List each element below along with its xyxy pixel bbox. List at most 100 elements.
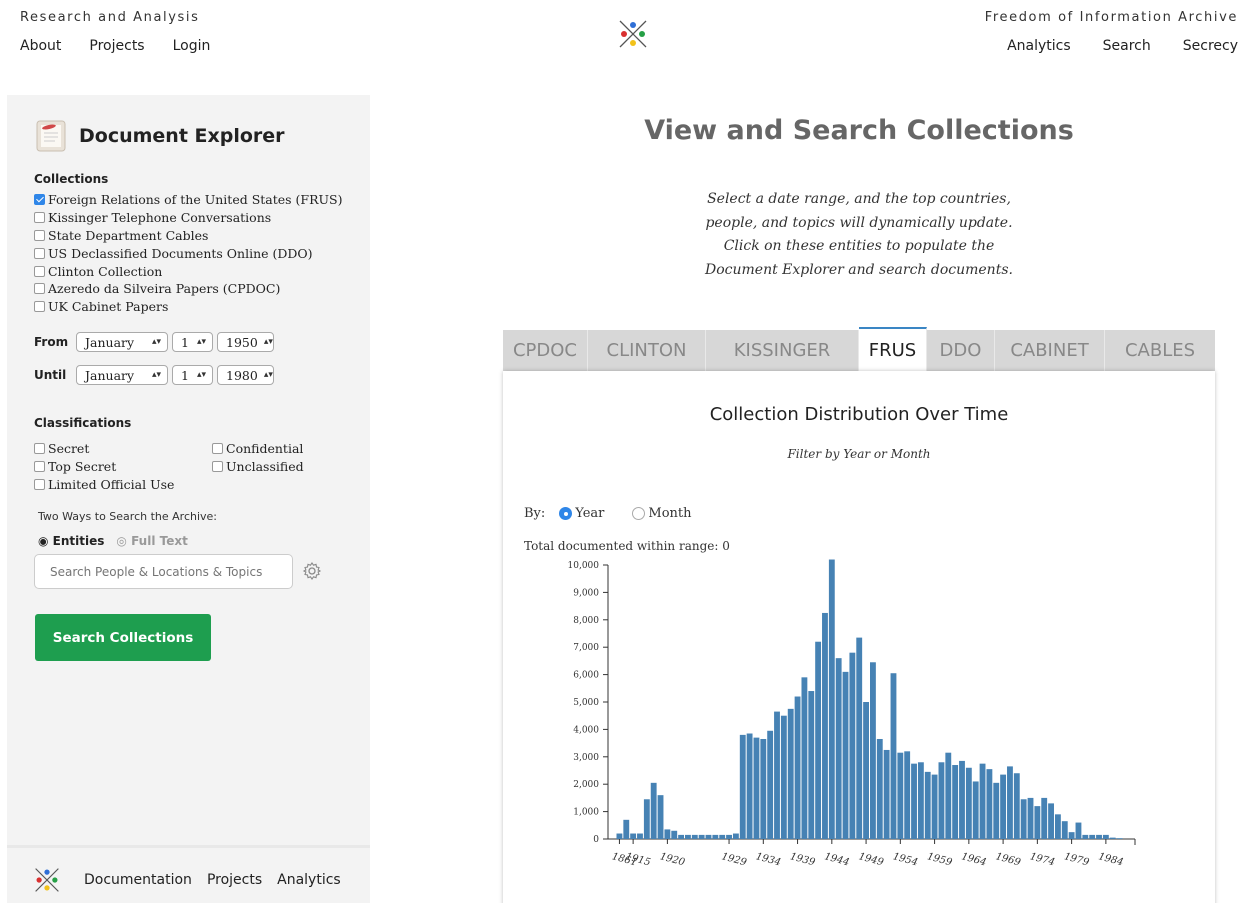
nav-projects[interactable]: Projects bbox=[89, 38, 144, 54]
chart-bar bbox=[1020, 799, 1027, 839]
footer-analytics-link[interactable]: Analytics bbox=[277, 872, 341, 888]
from-month-select[interactable]: January ▴▾ bbox=[76, 332, 168, 352]
x-tick-label: 1974 bbox=[1029, 851, 1056, 868]
checkbox-icon[interactable] bbox=[34, 283, 45, 295]
chart-bar bbox=[685, 834, 691, 839]
until-year-select[interactable]: 1980 ▴▾ bbox=[217, 365, 274, 385]
chart-bar bbox=[1068, 832, 1075, 839]
chart-bar bbox=[863, 702, 869, 839]
tab-kissinger[interactable]: KISSINGER bbox=[706, 330, 859, 371]
checkbox-icon[interactable] bbox=[34, 265, 45, 277]
nav-analytics[interactable]: Analytics bbox=[1007, 38, 1071, 54]
nav-search[interactable]: Search bbox=[1103, 38, 1151, 54]
class-limited-official-use[interactable]: Limited Official Use bbox=[34, 476, 212, 494]
y-tick-label: 0 bbox=[593, 835, 599, 845]
logo-icon[interactable] bbox=[617, 18, 649, 50]
chart-bar bbox=[890, 673, 897, 839]
search-input[interactable] bbox=[34, 554, 293, 589]
checkbox-icon[interactable] bbox=[34, 301, 45, 313]
collections-list: Foreign Relations of the United States (… bbox=[34, 191, 343, 316]
select-arrows-icon: ▴▾ bbox=[263, 337, 273, 347]
checkbox-icon[interactable] bbox=[34, 247, 45, 259]
x-tick-label: 1964 bbox=[960, 851, 987, 868]
total-documented: Total documented within range: 0 bbox=[524, 539, 730, 553]
select-arrows-icon: ▴▾ bbox=[196, 370, 206, 380]
from-year-select[interactable]: 1950 ▴▾ bbox=[217, 332, 274, 352]
gear-icon[interactable] bbox=[302, 561, 322, 581]
chart-bar bbox=[897, 752, 904, 839]
checkbox-checked-icon[interactable] bbox=[34, 194, 45, 206]
checkbox-icon[interactable] bbox=[34, 443, 45, 455]
collection-clinton[interactable]: Clinton Collection bbox=[34, 262, 343, 280]
chart-bar bbox=[719, 834, 726, 839]
collection-cables[interactable]: State Department Cables bbox=[34, 227, 343, 245]
class-secret[interactable]: Secret bbox=[34, 440, 212, 458]
class-top-secret[interactable]: Top Secret bbox=[34, 458, 212, 476]
footer-documentation-link[interactable]: Documentation bbox=[84, 872, 192, 888]
chart-bar bbox=[753, 737, 760, 839]
tab-cables[interactable]: CABLES bbox=[1105, 330, 1215, 371]
checkbox-icon[interactable] bbox=[34, 229, 45, 241]
chart-bar bbox=[945, 752, 952, 839]
nav-login[interactable]: Login bbox=[173, 38, 211, 54]
class-unclassified[interactable]: Unclassified bbox=[212, 458, 362, 476]
chart-bar bbox=[1089, 834, 1096, 839]
document-icon bbox=[36, 120, 66, 152]
mode-full-text[interactable]: ◎ Full Text bbox=[116, 534, 187, 548]
chart-bar bbox=[1075, 822, 1082, 839]
chart-title: Collection Distribution Over Time bbox=[709, 404, 1009, 425]
chart-bar bbox=[691, 834, 698, 839]
checkbox-icon[interactable] bbox=[34, 478, 45, 490]
x-tick-label: 1939 bbox=[789, 851, 817, 868]
collections-label: Collections bbox=[34, 172, 109, 186]
until-day-select[interactable]: 1 ▴▾ bbox=[172, 365, 213, 385]
collection-cpdoc[interactable]: Azeredo da Silveira Papers (CPDOC) bbox=[34, 280, 343, 298]
until-month-select[interactable]: January ▴▾ bbox=[76, 365, 168, 385]
collection-cabinet[interactable]: UK Cabinet Papers bbox=[34, 298, 343, 316]
from-day-select[interactable]: 1 ▴▾ bbox=[172, 332, 213, 352]
chart-bar bbox=[952, 765, 959, 839]
radio-year[interactable]: Year bbox=[559, 506, 604, 521]
tab-cpdoc[interactable]: CPDOC bbox=[503, 330, 588, 371]
y-tick-label: 10,000 bbox=[568, 561, 600, 571]
page-description: Select a date range, and the top countri… bbox=[705, 191, 1013, 278]
collection-ddo[interactable]: US Declassified Documents Online (DDO) bbox=[34, 244, 343, 262]
footer-links: Documentation Projects Analytics bbox=[84, 872, 341, 888]
tab-frus[interactable]: FRUS bbox=[859, 327, 927, 371]
radio-selected-icon[interactable] bbox=[559, 507, 573, 520]
collection-kissinger[interactable]: Kissinger Telephone Conversations bbox=[34, 209, 343, 227]
checkbox-icon[interactable] bbox=[34, 461, 45, 473]
checkbox-icon[interactable] bbox=[34, 212, 45, 224]
tab-clinton[interactable]: CLINTON bbox=[588, 330, 706, 371]
from-date-row: From January ▴▾ 1 ▴▾ 1950 ▴▾ bbox=[34, 332, 278, 352]
chart-bar bbox=[616, 833, 623, 839]
chart-bar bbox=[828, 559, 835, 839]
nav-secrecy[interactable]: Secrecy bbox=[1183, 38, 1238, 54]
collection-frus[interactable]: Foreign Relations of the United States (… bbox=[34, 191, 343, 209]
tab-ddo[interactable]: DDO bbox=[927, 330, 995, 371]
radio-icon: ◎ bbox=[116, 534, 127, 548]
chart-bar bbox=[849, 652, 856, 839]
by-label: By: bbox=[524, 506, 546, 521]
chart-bar bbox=[623, 819, 630, 839]
nav-about[interactable]: About bbox=[20, 38, 61, 54]
checkbox-icon[interactable] bbox=[212, 461, 223, 473]
chart-bar bbox=[1013, 773, 1020, 839]
class-confidential[interactable]: Confidential bbox=[212, 440, 362, 458]
radio-icon[interactable] bbox=[632, 507, 646, 520]
mode-entities[interactable]: ◉ Entities bbox=[38, 534, 104, 548]
search-collections-button[interactable]: Search Collections bbox=[35, 614, 211, 661]
chart-bar bbox=[972, 781, 979, 839]
chart-bar bbox=[993, 782, 1000, 839]
logo-icon[interactable] bbox=[33, 866, 61, 894]
tab-cabinet[interactable]: CABINET bbox=[995, 330, 1105, 371]
classifications-label: Classifications bbox=[34, 416, 132, 430]
footer-projects-link[interactable]: Projects bbox=[207, 872, 262, 888]
chart-bar bbox=[815, 641, 822, 839]
checkbox-icon[interactable] bbox=[212, 443, 223, 455]
radio-month[interactable]: Month bbox=[632, 506, 692, 521]
chart-bar bbox=[1041, 797, 1048, 839]
x-tick-label: 1954 bbox=[892, 851, 919, 868]
chart-bar bbox=[630, 833, 637, 839]
x-tick-label: 1984 bbox=[1097, 851, 1124, 868]
